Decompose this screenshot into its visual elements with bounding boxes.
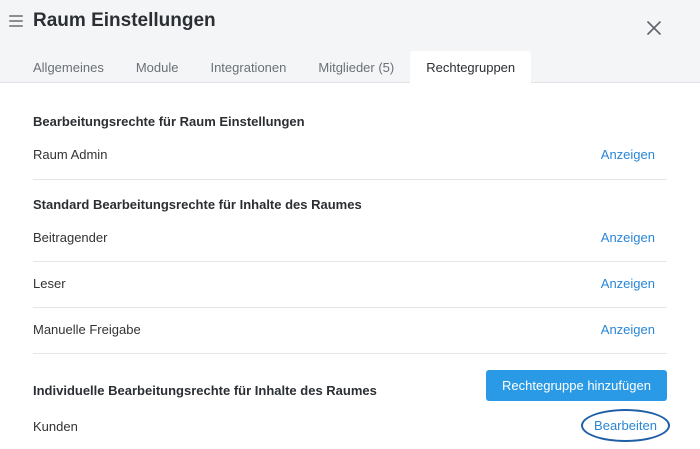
settings-tabs: Allgemeines Module Integrationen Mitglie… — [17, 51, 532, 84]
row-label-kunden: Kunden — [33, 419, 78, 434]
edit-kunden-link[interactable]: Bearbeiten — [581, 409, 670, 442]
divider — [33, 179, 667, 180]
divider — [33, 261, 667, 262]
tab-rechtegruppen[interactable]: Rechtegruppen — [410, 51, 532, 84]
close-icon[interactable] — [644, 18, 664, 38]
divider — [33, 353, 667, 354]
show-raum-admin-link[interactable]: Anzeigen — [601, 147, 655, 162]
tab-allgemeines[interactable]: Allgemeines — [17, 51, 120, 83]
tab-mitglieder[interactable]: Mitglieder (5) — [302, 51, 410, 83]
show-leser-link[interactable]: Anzeigen — [601, 276, 655, 291]
tab-module[interactable]: Module — [120, 51, 195, 83]
tab-integrationen[interactable]: Integrationen — [194, 51, 302, 83]
page-title: Raum Einstellungen — [33, 10, 216, 31]
row-label-leser: Leser — [33, 276, 66, 291]
section-title-individual: Individuelle Bearbeitungsrechte für Inha… — [33, 383, 377, 398]
show-beitragender-link[interactable]: Anzeigen — [601, 230, 655, 245]
row-label-beitragender: Beitragender — [33, 230, 108, 245]
section-title-standard: Standard Bearbeitungsrechte für Inhalte … — [33, 197, 362, 212]
dialog-header: Raum Einstellungen Allgemeines Module In… — [0, 0, 700, 84]
hamburger-menu-icon[interactable] — [9, 14, 23, 28]
row-label-raum-admin: Raum Admin — [33, 147, 108, 162]
section-title-room-settings: Bearbeitungsrechte für Raum Einstellunge… — [33, 114, 305, 129]
add-rights-group-button[interactable]: Rechtegruppe hinzufügen — [486, 370, 667, 401]
divider — [33, 307, 667, 308]
row-label-manuelle-freigabe: Manuelle Freigabe — [33, 322, 141, 337]
show-manuelle-freigabe-link[interactable]: Anzeigen — [601, 322, 655, 337]
